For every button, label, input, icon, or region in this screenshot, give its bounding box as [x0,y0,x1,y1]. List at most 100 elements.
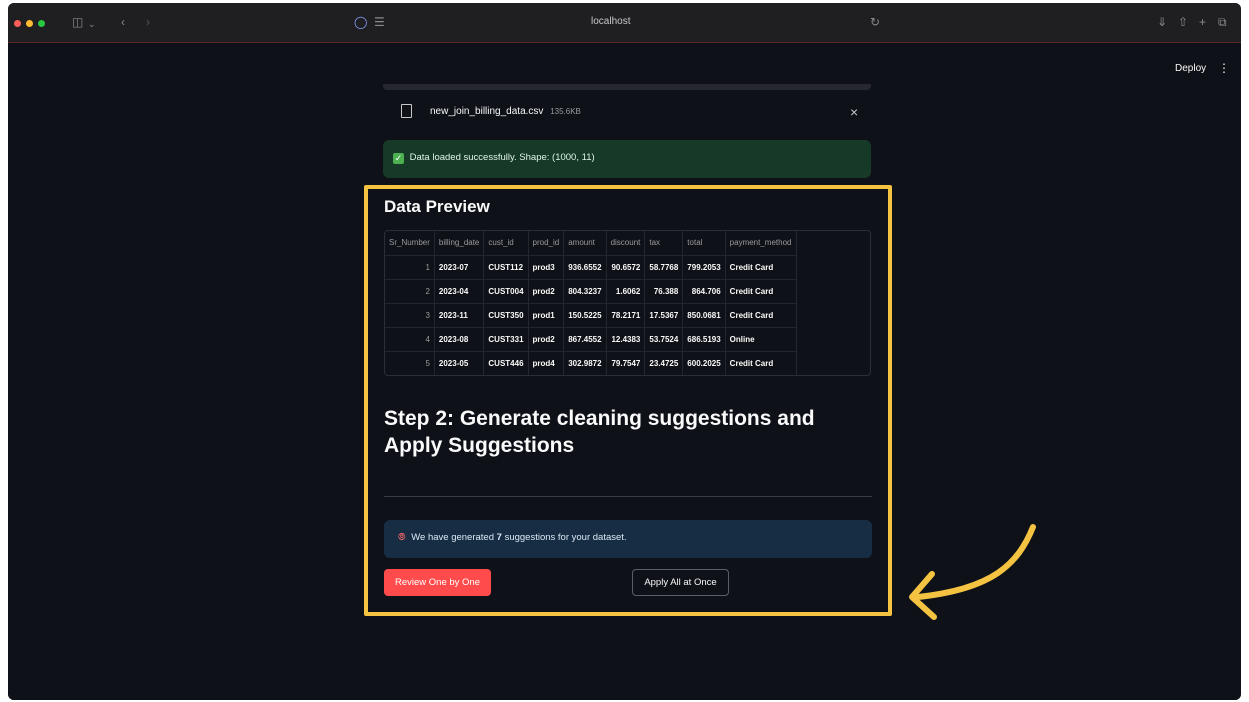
info-prefix: We have generated [411,532,497,543]
new-tab-icon[interactable]: + [1199,14,1206,30]
dart-target-icon: ⦾ [398,532,406,543]
table-cell: 600.2025 [682,351,726,375]
table-cell: CUST004 [483,279,529,304]
curved-arrow-annotation [909,524,1036,620]
column-header[interactable]: Sr_Number [385,231,435,256]
table-cell: 2023-05 [434,351,485,375]
info-alert: ⦾ We have generated 7 suggestions for yo… [384,520,872,558]
table-row[interactable]: 2 2023-04 CUST004 prod2 804.3237 1.6062 76.388… [385,279,797,304]
table-cell: 804.3237 [563,279,607,304]
column-header[interactable]: payment_method [725,231,797,256]
chevron-down-icon[interactable]: ⌄ [88,16,96,32]
table-cell: 53.7524 [644,327,684,352]
table-cell: 23.4725 [644,351,684,375]
table-cell: CUST350 [483,303,529,328]
table-cell: prod1 [528,303,565,328]
column-header[interactable]: prod_id [528,231,565,256]
table-cell: CUST112 [483,255,529,280]
table-row[interactable]: 3 2023-11 CUST350 prod1 150.5225 78.2171 17.53… [385,303,797,328]
review-one-by-one-button[interactable]: Review One by One [384,569,491,596]
table-cell: 79.7547 [606,351,646,375]
table-cell: 864.706 [682,279,726,304]
table-cell: 58.7768 [644,255,684,280]
table-row[interactable]: 1 2023-07 CUST112 prod3 936.6552 90.6572 58.77… [385,255,797,280]
column-header[interactable]: total [682,231,726,256]
column-header[interactable]: cust_id [483,231,529,256]
streamlit-app: Deploy ⋮ new_join_billing_data.csv 135.6… [8,44,1241,700]
table-row[interactable]: 4 2023-08 CUST331 prod2 867.4552 12.4383 53.75… [385,327,797,352]
data-preview-table[interactable]: Sr_Number billing_date cust_id prod_id amoun… [384,230,871,376]
browser-window: ◫ ⌄ ‹ › ◯ ☰ localhost ↻ ⇓ ⇧ + ⧉ Deploy ⋮… [8,3,1241,700]
downloads-icon[interactable]: ⇓ [1157,14,1167,30]
table-cell: prod3 [528,255,565,280]
minimize-window-button[interactable] [26,20,33,27]
table-cell: 1.6062 [606,279,646,304]
column-header[interactable]: discount [606,231,646,256]
table-cell: 4 [385,327,435,352]
table-cell: 78.2171 [606,303,646,328]
share-icon[interactable]: ⇧ [1178,14,1188,30]
table-cell: 5 [385,351,435,375]
table-cell: prod4 [528,351,565,375]
table-cell: 3 [385,303,435,328]
table-cell: 686.5193 [682,327,726,352]
deploy-button[interactable]: Deploy [1175,63,1206,74]
step2-heading: Step 2: Generate cleaning suggestions an… [384,407,815,457]
success-alert: ✓ Data loaded successfully. Shape: (1000… [383,140,871,178]
apply-all-at-once-button[interactable]: Apply All at Once [632,569,729,596]
table-row[interactable]: 5 2023-05 CUST446 prod4 302.9872 79.7547 23.47… [385,351,797,375]
table-cell: CUST331 [483,327,529,352]
table-cell: 150.5225 [563,303,607,328]
column-header[interactable]: tax [644,231,684,256]
table-cell: 2023-08 [434,327,485,352]
column-header[interactable]: amount [563,231,607,256]
browser-titlebar: ◫ ⌄ ‹ › ◯ ☰ localhost ↻ ⇓ ⇧ + ⧉ [8,3,1241,43]
file-name: new_join_billing_data.csv [430,106,544,117]
forward-icon[interactable]: › [146,14,150,30]
shield-icon[interactable]: ◯ [354,14,367,30]
tab-overview-icon[interactable]: ⧉ [1218,14,1227,30]
uploaded-file-row: new_join_billing_data.csv 135.6KB × [383,100,871,128]
close-window-button[interactable] [14,20,21,27]
main-menu-icon[interactable]: ⋮ [1218,61,1230,75]
table-cell: 799.2053 [682,255,726,280]
table-cell: 12.4383 [606,327,646,352]
table-cell: 2023-07 [434,255,485,280]
data-preview-heading: Data Preview [384,197,490,216]
table-cell: 17.5367 [644,303,684,328]
reload-icon[interactable]: ↻ [870,14,880,30]
success-text: Data loaded successfully. Shape: (1000, … [409,152,595,163]
info-suffix: suggestions for your dataset. [501,532,627,543]
table-cell: prod2 [528,327,565,352]
page-settings-icon[interactable]: ☰ [374,14,385,30]
table-cell: 850.0681 [682,303,726,328]
check-icon: ✓ [393,153,404,164]
table-cell: Online [725,327,797,352]
table-cell: 2 [385,279,435,304]
remove-file-button[interactable]: × [850,104,858,120]
table-cell: Credit Card [725,255,797,280]
table-cell: Credit Card [725,303,797,328]
table-cell: 867.4552 [563,327,607,352]
table-cell: Credit Card [725,279,797,304]
maximize-window-button[interactable] [38,20,45,27]
divider [384,496,872,497]
back-icon[interactable]: ‹ [121,14,125,30]
table-cell: prod2 [528,279,565,304]
table-header-row: Sr_Number billing_date cust_id prod_id amoun… [385,231,797,256]
file-icon [401,104,412,118]
table-cell: 302.9872 [563,351,607,375]
table-cell: 1 [385,255,435,280]
uploader-dropzone-edge [383,84,871,90]
table-cell: 936.6552 [563,255,607,280]
table-cell: 90.6572 [606,255,646,280]
table-cell: CUST446 [483,351,529,375]
column-header[interactable]: billing_date [434,231,485,256]
file-size: 135.6KB [550,107,581,116]
table-cell: Credit Card [725,351,797,375]
sidebar-toggle-icon[interactable]: ◫ [72,14,83,30]
table-cell: 76.388 [644,279,684,304]
address-bar[interactable]: localhost [591,16,630,27]
table-cell: 2023-11 [434,303,485,328]
table-cell: 2023-04 [434,279,485,304]
